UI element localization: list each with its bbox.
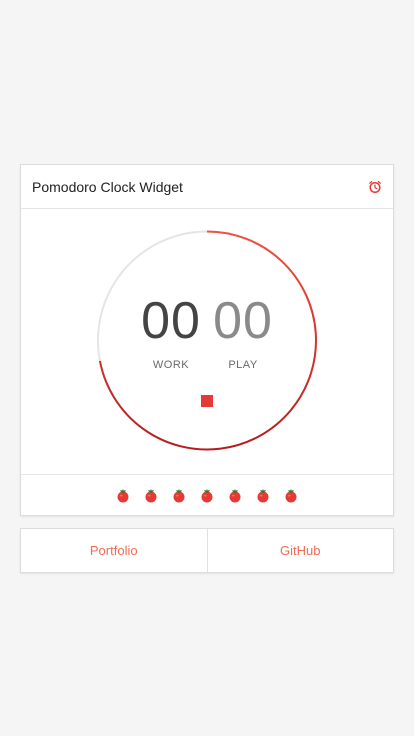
work-timer: 00 WORK (141, 292, 201, 371)
portfolio-link[interactable]: Portfolio (21, 529, 207, 572)
pomodoro-widget-card: Pomodoro Clock Widget 00 WORK 00 PLAY (20, 164, 394, 516)
footer-links: Portfolio GitHub (20, 528, 394, 573)
pomodoro-counter (21, 474, 393, 516)
tomato-icon (116, 489, 130, 503)
alarm-clock-icon[interactable] (368, 180, 382, 194)
work-label: WORK (152, 359, 190, 371)
clock-area: 00 WORK 00 PLAY (21, 209, 393, 474)
stop-button[interactable] (201, 395, 213, 407)
github-link[interactable]: GitHub (206, 529, 394, 572)
play-minutes: 00 (213, 292, 273, 350)
widget-title: Pomodoro Clock Widget (32, 178, 183, 195)
widget-header: Pomodoro Clock Widget (21, 165, 393, 209)
play-timer: 00 PLAY (213, 292, 273, 371)
tomato-icon (200, 489, 214, 503)
tomato-icon (256, 489, 270, 503)
tomato-icon (228, 489, 242, 503)
timer-display: 00 WORK 00 PLAY (21, 295, 393, 371)
tomato-icon (172, 489, 186, 503)
tomato-icon (144, 489, 158, 503)
work-minutes: 00 (141, 292, 201, 350)
tomato-icon (284, 489, 298, 503)
play-label: PLAY (228, 359, 258, 371)
